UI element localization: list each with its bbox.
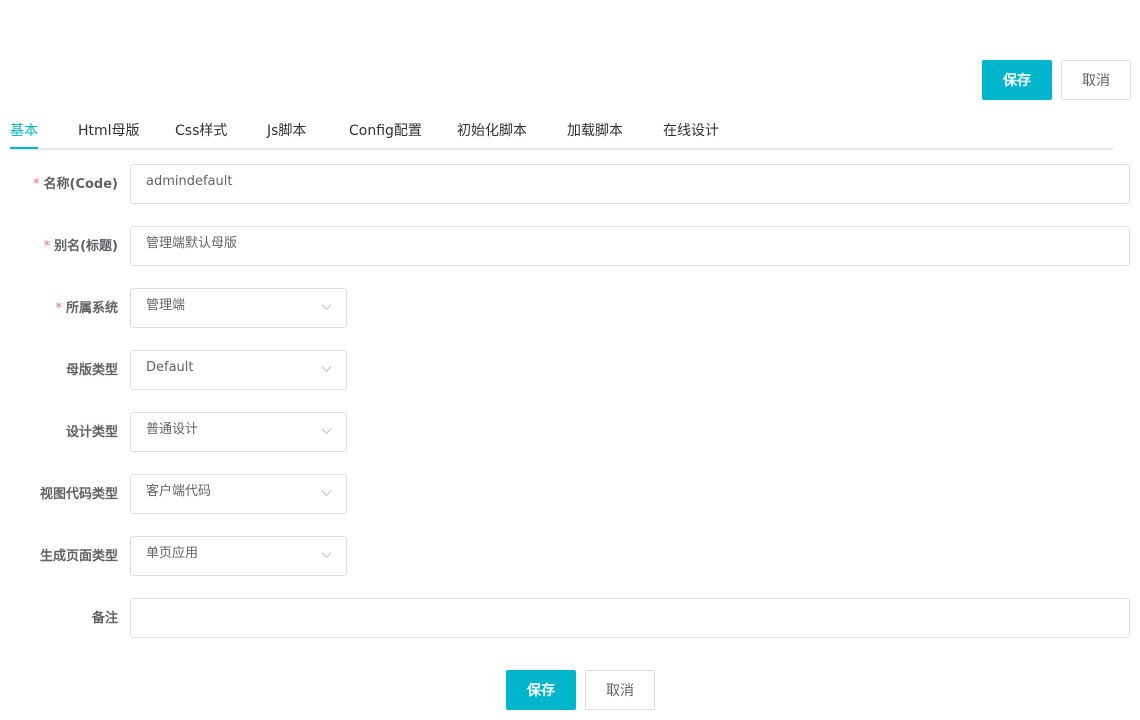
page-type-select[interactable]: 单页应用	[130, 536, 347, 576]
design-type-select[interactable]: 普通设计	[130, 412, 347, 452]
field-label-title: * 别名(标题)	[44, 226, 118, 266]
master-type-select-value: Default	[146, 360, 194, 375]
tab-init-script[interactable]: 初始化脚本	[457, 116, 527, 150]
tab-online-design[interactable]: 在线设计	[663, 116, 719, 150]
code-input[interactable]: admindefault	[130, 164, 1130, 204]
save-button-top[interactable]: 保存	[982, 60, 1052, 100]
tab-css-style[interactable]: Css样式	[175, 116, 227, 150]
title-input[interactable]: 管理端默认母版	[130, 226, 1130, 266]
page: 保存 取消 基本 Html母版 Css样式 Js脚本 Config配置 初始化脚…	[0, 0, 1140, 720]
chevron-down-icon	[321, 490, 332, 497]
remark-input[interactable]	[130, 598, 1130, 638]
tab-js-script[interactable]: Js脚本	[267, 116, 306, 150]
field-label-text: 别名(标题)	[54, 239, 118, 254]
chevron-down-icon	[321, 552, 332, 559]
field-label-master-type: 母版类型	[66, 350, 118, 390]
field-label-text: 母版类型	[65, 363, 118, 378]
field-label-text: 生成页面类型	[39, 549, 118, 564]
active-tab-indicator	[10, 147, 38, 149]
design-type-select-value: 普通设计	[146, 422, 199, 437]
chevron-down-icon	[321, 428, 332, 435]
system-select[interactable]: 管理端	[130, 288, 347, 328]
field-label-text: 名称(Code)	[43, 177, 118, 192]
view-code-type-select[interactable]: 客户端代码	[130, 474, 347, 514]
view-code-type-select-value: 客户端代码	[146, 484, 212, 499]
field-label-text: 所属系统	[65, 301, 118, 316]
field-label-design-type: 设计类型	[66, 412, 118, 452]
tab-config[interactable]: Config配置	[349, 116, 422, 150]
cancel-button-top[interactable]: 取消	[1061, 60, 1131, 100]
tab-html-master[interactable]: Html母版	[78, 116, 140, 150]
tab-load-script[interactable]: 加载脚本	[567, 116, 623, 150]
master-type-select[interactable]: Default	[130, 350, 347, 390]
cancel-button-bottom[interactable]: 取消	[585, 670, 655, 710]
system-select-value: 管理端	[146, 298, 186, 313]
required-mark: *	[55, 301, 62, 316]
field-label-system: * 所属系统	[55, 288, 118, 328]
page-type-select-value: 单页应用	[146, 546, 199, 561]
field-label-code: * 名称(Code)	[33, 164, 118, 204]
field-label-text: 视图代码类型	[39, 487, 118, 502]
tab-basic[interactable]: 基本	[10, 116, 38, 150]
field-label-text: 设计类型	[65, 425, 118, 440]
field-label-remark: 备注	[92, 598, 118, 638]
chevron-down-icon	[321, 366, 332, 373]
chevron-down-icon	[321, 304, 332, 311]
field-label-page-type: 生成页面类型	[40, 536, 118, 576]
tab-bar: 基本 Html母版 Css样式 Js脚本 Config配置 初始化脚本 加载脚本…	[10, 116, 1113, 150]
save-button-bottom[interactable]: 保存	[506, 670, 576, 710]
required-mark: *	[33, 177, 40, 192]
required-mark: *	[43, 239, 51, 254]
field-label-text: 备注	[91, 611, 118, 626]
field-label-view-code-type: 视图代码类型	[40, 474, 118, 514]
